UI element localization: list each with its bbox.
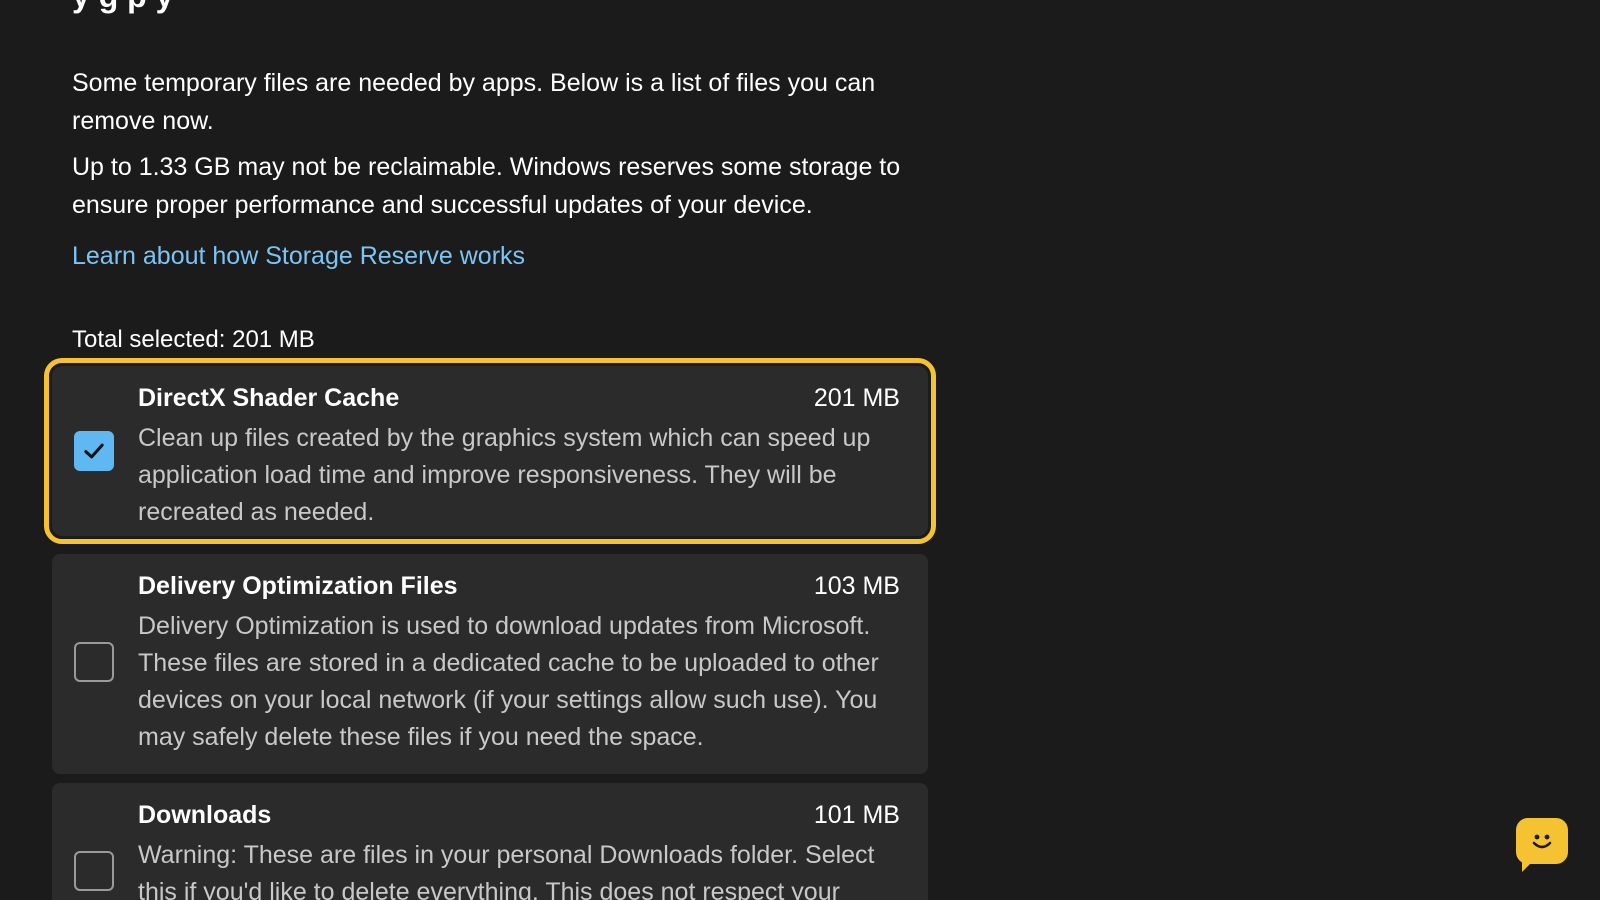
- item-description: Delivery Optimization is used to downloa…: [138, 612, 879, 751]
- storage-reserve-link[interactable]: Learn about how Storage Reserve works: [72, 237, 525, 275]
- intro-paragraph-2: Up to 1.33 GB may not be reclaimable. Wi…: [72, 153, 901, 219]
- intro-paragraph-1: Some temporary files are needed by apps.…: [72, 69, 876, 135]
- total-selected-label: Total selected: 201 MB: [72, 326, 315, 353]
- item-size: 101 MB: [813, 801, 900, 829]
- storage-cleanup-page: y g p y Some temporary files are needed …: [0, 0, 1600, 900]
- item-description: Warning: These are files in your persona…: [138, 841, 875, 900]
- checkbox-downloads[interactable]: [74, 851, 114, 891]
- checkbox-delivery-optimization[interactable]: [74, 642, 114, 682]
- item-description: Clean up files created by the graphics s…: [138, 424, 871, 526]
- item-size: 201 MB: [813, 384, 900, 412]
- checkbox-directx-shader-cache[interactable]: [74, 431, 114, 471]
- item-name: Downloads: [138, 801, 272, 829]
- item-size: 103 MB: [813, 572, 900, 600]
- file-item-directx-shader-cache[interactable]: DirectX Shader Cache 201 MB Clean up fil…: [44, 358, 936, 544]
- file-item-delivery-optimization[interactable]: Delivery Optimization Files 103 MB Deliv…: [52, 554, 928, 774]
- feedback-smiley-icon: [1532, 834, 1552, 849]
- intro-text: Some temporary files are needed by apps.…: [72, 64, 922, 232]
- item-name: DirectX Shader Cache: [138, 384, 400, 412]
- file-item-downloads[interactable]: Downloads 101 MB Warning: These are file…: [52, 783, 928, 900]
- checkmark-icon: [84, 443, 104, 459]
- feedback-button[interactable]: [1516, 818, 1568, 872]
- page-title-cropped: y g p y: [72, 0, 173, 15]
- item-name: Delivery Optimization Files: [138, 572, 458, 600]
